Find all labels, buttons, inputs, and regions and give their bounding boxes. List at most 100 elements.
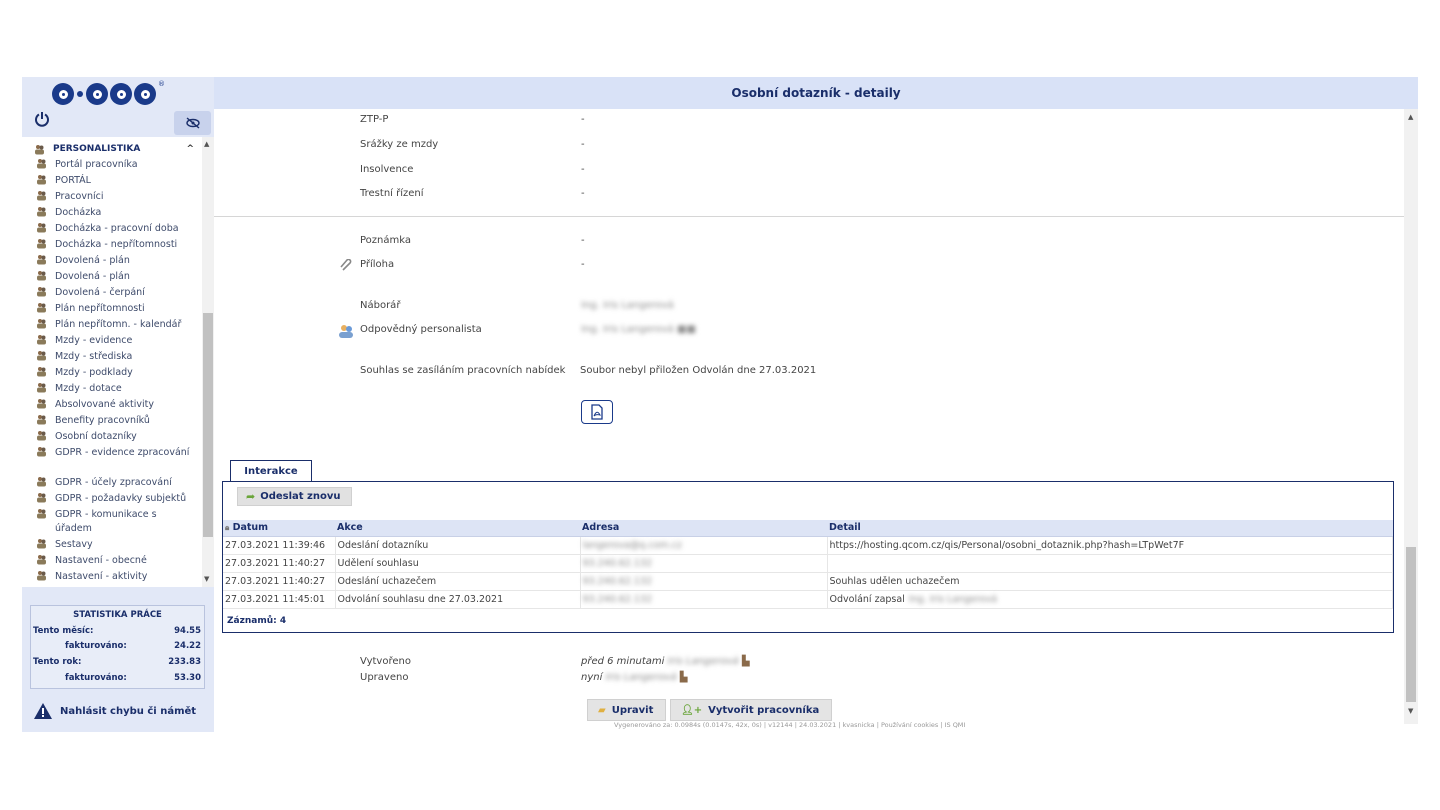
sidebar-item[interactable]: Portál pracovníka xyxy=(36,158,202,172)
souhlas-value: Soubor nebyl přiložen Odvolán dne 27.03.… xyxy=(580,365,817,376)
scroll-down-icon[interactable]: ▼ xyxy=(1408,707,1413,715)
sidebar-item[interactable]: Osobní dotazníky xyxy=(36,430,202,444)
sidebar: ® PERSONALISTIKA ^ Portál pracovníka PORT… xyxy=(22,77,214,732)
sidebar-item[interactable]: Mzdy - podklady xyxy=(36,366,202,380)
sidebar-item[interactable]: Mzdy - střediska xyxy=(36,350,202,364)
people-icon xyxy=(37,477,46,487)
sidebar-item[interactable]: Nastavení - aktivity xyxy=(36,570,202,584)
sidebar-item[interactable]: Benefity pracovníků xyxy=(36,414,202,428)
sidebar-item[interactable]: Docházka xyxy=(36,206,202,220)
people-icon xyxy=(37,255,46,265)
work-stats-panel: STATISTIKA PRÁCE Tento měsíc: 94.55 fakt… xyxy=(30,605,205,689)
updated-value: nyní Iris Langerová ▙ xyxy=(581,672,688,683)
interactions-table: 🔒︎ Datum Akce Adresa Detail 27.03.2021 1… xyxy=(223,520,1393,609)
sidebar-item-label: Nastavení - aktivity xyxy=(55,571,148,582)
cell-detail xyxy=(827,554,1393,573)
sidebar-item-label: PORTÁL xyxy=(55,175,91,186)
sidebar-item-label: Sestavy xyxy=(55,539,93,550)
ztp-label: ZTP-P xyxy=(360,114,389,125)
menu-scroll-thumb[interactable] xyxy=(203,313,213,537)
scroll-down-icon[interactable]: ▼ xyxy=(204,575,209,583)
sidebar-item[interactable]: Docházka - nepřítomnosti xyxy=(36,238,202,252)
sidebar-item[interactable]: Plán nepřítomn. - kalendář xyxy=(36,318,202,332)
people-icon xyxy=(37,159,46,169)
tab-interakce[interactable]: Interakce xyxy=(230,460,312,482)
sidebar-item[interactable]: GDPR - požadavky subjektů xyxy=(36,492,202,506)
sidebar-item[interactable]: Pracovníci xyxy=(36,190,202,204)
sidebar-item[interactable]: Mzdy - dotace xyxy=(36,382,202,396)
resend-button[interactable]: ➦ Odeslat znovu xyxy=(237,487,352,506)
cell-detail: Odvolání zapsal Ing. Iris Langerová xyxy=(827,590,1393,609)
sidebar-item[interactable]: Mzdy - evidence xyxy=(36,334,202,348)
main-content: ZTP-P - Srážky ze mzdy - Insolvence - Tr… xyxy=(214,109,1404,732)
people-icon xyxy=(37,207,46,217)
people-icon xyxy=(37,383,46,393)
sidebar-item[interactable]: GDPR - komunikace s úřadem xyxy=(36,508,202,536)
edit-label: Upravit xyxy=(611,704,654,716)
sidebar-item[interactable]: Docházka - pracovní doba xyxy=(36,222,202,236)
power-icon[interactable] xyxy=(34,111,50,127)
srazky-label: Srážky ze mzdy xyxy=(360,139,439,150)
user-avatar-icon: ▙ xyxy=(679,672,688,683)
folder-edit-icon: ▰ xyxy=(598,704,606,716)
report-bug-link[interactable]: Nahlásit chybu či námět xyxy=(34,703,196,719)
create-worker-button[interactable]: 👤︎+ Vytvořit pracovníka xyxy=(670,699,833,721)
col-datum[interactable]: 🔒︎ Datum xyxy=(223,520,335,537)
chevron-up-icon[interactable]: ^ xyxy=(186,144,194,154)
sidebar-item-label: Dovolená - čerpání xyxy=(55,287,145,298)
scroll-up-icon[interactable]: ▲ xyxy=(204,140,209,148)
sidebar-item[interactable]: Dovolená - čerpání xyxy=(36,286,202,300)
stats-year-label: Tento rok: xyxy=(33,657,82,667)
table-row[interactable]: 27.03.2021 11:40:27 Odeslání uchazečem 93.… xyxy=(223,572,1393,591)
sidebar-item[interactable]: GDPR - účely zpracování xyxy=(36,476,202,490)
table-row[interactable]: 27.03.2021 11:39:46 Odeslání dotazníku lan… xyxy=(223,536,1393,555)
col-adresa[interactable]: Adresa xyxy=(580,520,827,537)
app-window: ® PERSONALISTIKA ^ Portál pracovníka PORT… xyxy=(22,77,1418,732)
people-icon xyxy=(35,144,44,154)
sidebar-item-label: Dovolená - plán xyxy=(55,255,130,266)
main-scroll-thumb[interactable] xyxy=(1406,547,1416,702)
table-row[interactable]: 27.03.2021 11:45:01 Odvolání souhlasu dne… xyxy=(223,590,1393,609)
people-icon xyxy=(37,555,46,565)
cell-detail[interactable]: https://hosting.qcom.cz/qis/Personal/oso… xyxy=(827,536,1393,555)
sidebar-item-label: Nastavení - obecné xyxy=(55,555,147,566)
col-akce[interactable]: Akce xyxy=(335,520,580,537)
cell-address: 93.240.62.132 xyxy=(580,554,828,573)
stats-year-invoiced-label: fakturováno: xyxy=(65,673,127,683)
people-icon xyxy=(37,191,46,201)
sidebar-item[interactable]: Dovolená - plán xyxy=(36,270,202,284)
sidebar-item[interactable]: Plán nepřítomnosti xyxy=(36,302,202,316)
cell-date: 27.03.2021 11:40:27 xyxy=(223,572,336,591)
ztp-value: - xyxy=(581,114,585,125)
users-icon xyxy=(339,325,353,338)
poznamka-label: Poznámka xyxy=(360,235,411,246)
cell-address: 93.240.62.132 xyxy=(580,590,828,609)
cell-date: 27.03.2021 11:40:27 xyxy=(223,554,336,573)
section-divider xyxy=(214,216,1404,217)
sidebar-item[interactable]: Sestavy xyxy=(36,538,202,552)
stats-year-invoiced-value: 53.30 xyxy=(174,673,201,683)
people-icon xyxy=(37,223,46,233)
table-row[interactable]: 27.03.2021 11:40:27 Udělení souhlasu 93.24… xyxy=(223,554,1393,573)
stats-month-invoiced-label: fakturováno: xyxy=(65,641,127,651)
sidebar-item[interactable]: Dovolená - plán xyxy=(36,254,202,268)
hide-eye-icon[interactable] xyxy=(174,111,211,135)
sidebar-item[interactable]: GDPR - evidence zpracování xyxy=(36,446,202,460)
edit-button[interactable]: ▰ Upravit xyxy=(587,699,667,721)
qcom-logo[interactable]: ® xyxy=(52,80,165,108)
cell-address: langerova@q.com.cz xyxy=(580,536,828,555)
col-detail[interactable]: Detail xyxy=(827,520,1393,537)
menu-section-personalistika[interactable]: PERSONALISTIKA ^ xyxy=(34,141,194,157)
sidebar-item-label: Docházka xyxy=(55,207,102,218)
sidebar-item-label: GDPR - evidence zpracování xyxy=(55,447,190,458)
sidebar-item[interactable]: Absolvované aktivity xyxy=(36,398,202,412)
cell-address: 93.240.62.132 xyxy=(580,572,828,591)
interactions-panel: ➦ Odeslat znovu 🔒︎ Datum Akce Adresa Det… xyxy=(222,481,1394,633)
forward-arrow-icon: ➦ xyxy=(246,490,256,503)
sidebar-item[interactable]: PORTÁL xyxy=(36,174,202,188)
sidebar-item[interactable]: Nastavení - obecné xyxy=(36,554,202,568)
pdf-download-button[interactable] xyxy=(581,400,613,424)
page-title: Osobní dotazník - detaily xyxy=(731,86,901,100)
scroll-up-icon[interactable]: ▲ xyxy=(1408,113,1413,121)
people-icon xyxy=(37,509,46,519)
